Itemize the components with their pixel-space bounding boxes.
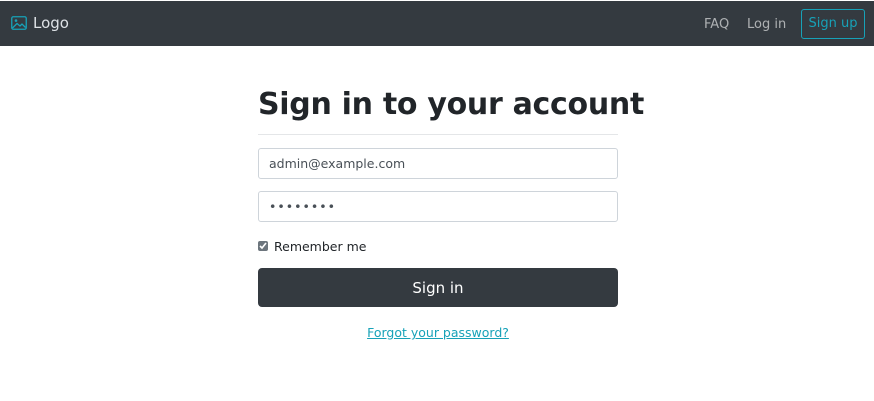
remember-me-label[interactable]: Remember me (274, 237, 366, 255)
forgot-password-link[interactable]: Forgot your password? (367, 325, 509, 340)
signup-button[interactable]: Sign up (801, 9, 865, 39)
navbar: Logo FAQ Log in Sign up (0, 0, 874, 46)
title-divider (258, 134, 618, 135)
signin-form: Sign in to your account Remember me Sign… (258, 80, 644, 341)
signin-button[interactable]: Sign in (258, 268, 618, 307)
image-icon (11, 16, 27, 30)
brand-label: Logo (33, 14, 69, 32)
brand-logo-link[interactable]: Logo (11, 13, 69, 33)
email-field[interactable] (258, 148, 618, 179)
page-title: Sign in to your account (258, 87, 644, 122)
password-field[interactable] (258, 191, 618, 222)
nav-link-faq[interactable]: FAQ (704, 17, 729, 33)
forgot-password-row: Forgot your password? (258, 322, 618, 341)
nav-link-login[interactable]: Log in (747, 17, 786, 33)
remember-me-checkbox[interactable] (258, 241, 268, 251)
remember-me-row: Remember me (258, 238, 618, 254)
